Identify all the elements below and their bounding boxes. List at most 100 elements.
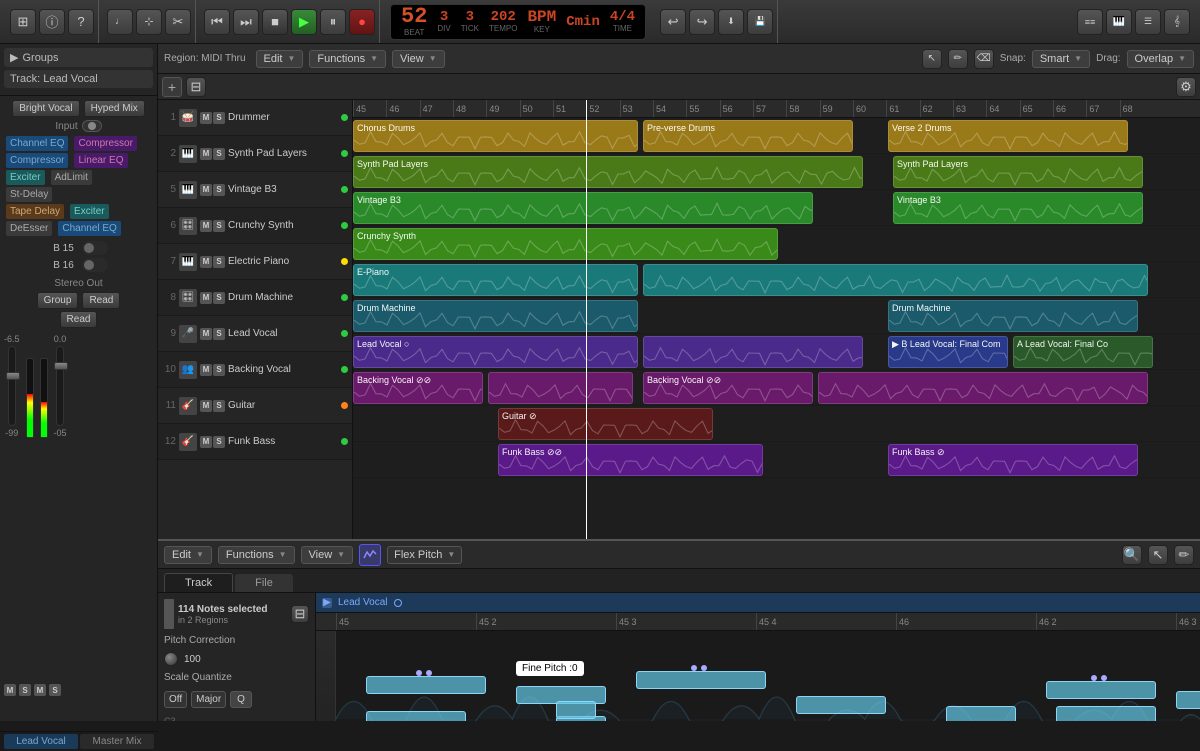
- channel-name-btn[interactable]: Bright Vocal: [12, 100, 79, 117]
- region-9-0[interactable]: Funk Bass ⊘⊘: [498, 444, 763, 476]
- region-0-1[interactable]: Pre-verse Drums: [643, 120, 853, 152]
- solo-btn-2[interactable]: S: [213, 148, 225, 160]
- track-label-2[interactable]: 2 🎹 M S Synth Pad Layers: [158, 136, 352, 172]
- pitch-note-14[interactable]: [1176, 691, 1200, 709]
- fader-track-right[interactable]: [56, 346, 64, 426]
- adlimit-slot[interactable]: AdLimit: [51, 170, 92, 185]
- pitch-note-7[interactable]: [796, 696, 886, 714]
- solo-btn-10[interactable]: S: [213, 364, 225, 376]
- scissors-button[interactable]: ✂: [165, 9, 191, 35]
- bus2-knob[interactable]: [82, 258, 108, 272]
- mute-btn-8[interactable]: M: [200, 292, 212, 304]
- solo-btn-strip[interactable]: S: [19, 684, 31, 696]
- region-1-1[interactable]: Synth Pad Layers: [893, 156, 1143, 188]
- save-button[interactable]: 💾: [747, 9, 773, 35]
- grid-button[interactable]: ⊞: [10, 9, 36, 35]
- bounce-button[interactable]: ⬇: [718, 9, 744, 35]
- pitch-dot-0-1[interactable]: [416, 670, 422, 676]
- track-label-12[interactable]: 12 🎸 M S Funk Bass: [158, 424, 352, 460]
- mute-btn-11[interactable]: M: [200, 400, 212, 412]
- info-button[interactable]: ⓘ: [39, 9, 65, 35]
- compressor-slot-2[interactable]: Compressor: [74, 136, 136, 151]
- tape-delay-slot[interactable]: Tape Delay: [6, 204, 64, 219]
- bottom-label-lead-vocal[interactable]: Lead Vocal: [4, 734, 78, 749]
- mute-btn-1[interactable]: M: [200, 112, 212, 124]
- region-2-0[interactable]: Vintage B3: [353, 192, 813, 224]
- mute-btn-2[interactable]: M: [200, 148, 212, 160]
- undo-button[interactable]: ↩: [660, 9, 686, 35]
- solo-btn-1[interactable]: S: [213, 112, 225, 124]
- solo-btn-7[interactable]: S: [213, 256, 225, 268]
- mute-btn-12[interactable]: M: [200, 436, 212, 448]
- play-button[interactable]: ▶: [291, 9, 317, 35]
- pitch-note-13[interactable]: [1056, 706, 1156, 721]
- edit-dropdown[interactable]: Edit ▼: [256, 50, 304, 68]
- editor-view-dropdown[interactable]: View ▼: [301, 546, 354, 564]
- solo-btn-5[interactable]: S: [213, 184, 225, 196]
- score-button[interactable]: 𝄞: [1164, 9, 1190, 35]
- functions-dropdown[interactable]: Functions ▼: [309, 50, 386, 68]
- rewind-button[interactable]: ⏮: [204, 9, 230, 35]
- mute-btn-10[interactable]: M: [200, 364, 212, 376]
- editor-functions-dropdown[interactable]: Functions ▼: [218, 546, 295, 564]
- track-label-7[interactable]: 7 🎹 M S Electric Piano: [158, 244, 352, 280]
- editor-tool-pencil[interactable]: ✏: [1174, 545, 1194, 565]
- solo-btn-8[interactable]: S: [213, 292, 225, 304]
- mute-btn-7[interactable]: M: [200, 256, 212, 268]
- mute-btn-strip2[interactable]: M: [34, 684, 46, 696]
- hyped-mix-btn[interactable]: Hyped Mix: [84, 100, 145, 117]
- region-8-0[interactable]: Guitar ⊘: [498, 408, 713, 440]
- pitch-note-0[interactable]: [366, 676, 486, 694]
- region-4-0[interactable]: E-Piano: [353, 264, 638, 296]
- group-btn[interactable]: Group: [37, 292, 79, 309]
- region-7-3[interactable]: [818, 372, 1148, 404]
- region-0-2[interactable]: Verse 2 Drums: [888, 120, 1128, 152]
- pitch-note-1[interactable]: [366, 711, 466, 721]
- region-7-2[interactable]: Backing Vocal ⊘⊘: [643, 372, 813, 404]
- tab-file[interactable]: File: [235, 574, 293, 592]
- groups-section[interactable]: ▶ Groups: [4, 48, 153, 67]
- pitch-dot-0-2[interactable]: [426, 670, 432, 676]
- list-editor-button[interactable]: ☰: [1135, 9, 1161, 35]
- pitch-note-5[interactable]: [556, 701, 596, 719]
- fader-thumb-left[interactable]: [6, 372, 20, 380]
- track-label-8[interactable]: 8 🎛 M S Drum Machine: [158, 280, 352, 316]
- region-5-1[interactable]: Drum Machine: [888, 300, 1138, 332]
- channel-eq-slot-2[interactable]: Channel EQ: [58, 221, 120, 236]
- track-section[interactable]: Track: Lead Vocal: [4, 70, 153, 88]
- deesser-slot[interactable]: DeEsser: [6, 221, 52, 236]
- record-button[interactable]: ●: [349, 9, 375, 35]
- editor-edit-dropdown[interactable]: Edit ▼: [164, 546, 212, 564]
- mute-btn-strip[interactable]: M: [4, 684, 16, 696]
- metronome-button[interactable]: ♩: [107, 9, 133, 35]
- pitch-dot-6-1[interactable]: [691, 665, 697, 671]
- help-button[interactable]: ?: [68, 9, 94, 35]
- bus1-knob[interactable]: [82, 241, 108, 255]
- view-dropdown[interactable]: View ▼: [392, 50, 445, 68]
- input-toggle[interactable]: [82, 120, 102, 132]
- scale-off-selector[interactable]: Off: [164, 691, 187, 708]
- editor-zoom-out[interactable]: 🔍: [1122, 545, 1142, 565]
- scale-major-selector[interactable]: Major: [191, 691, 226, 708]
- drag-selector[interactable]: Overlap ▼: [1127, 50, 1194, 68]
- track-label-5[interactable]: 5 🎹 M S Vintage B3: [158, 172, 352, 208]
- track-header-settings[interactable]: ⚙: [1176, 77, 1196, 97]
- exciter-slot-1[interactable]: Exciter: [6, 170, 45, 185]
- region-2-1[interactable]: Vintage B3: [893, 192, 1143, 224]
- region-6-2[interactable]: ▶ B Lead Vocal: Final Com: [888, 336, 1008, 368]
- region-options-btn[interactable]: ⊟: [291, 605, 309, 623]
- region-5-0[interactable]: Drum Machine: [353, 300, 638, 332]
- tab-track[interactable]: Track: [164, 573, 233, 592]
- cursor-tool[interactable]: ↖: [922, 49, 942, 69]
- pitch-dot-12-2[interactable]: [1101, 675, 1107, 681]
- read2-btn[interactable]: Read: [60, 311, 98, 328]
- eraser-tool[interactable]: ⌫: [974, 49, 994, 69]
- pitch-note-6[interactable]: [636, 671, 766, 689]
- customize-button[interactable]: ⊹: [136, 9, 162, 35]
- region-7-1[interactable]: [488, 372, 633, 404]
- pitch-dot-12-1[interactable]: [1091, 675, 1097, 681]
- pause-button[interactable]: ⏸: [320, 9, 346, 35]
- track-label-10[interactable]: 10 👥 M S Backing Vocal: [158, 352, 352, 388]
- solo-btn-11[interactable]: S: [213, 400, 225, 412]
- pitch-correction-knob[interactable]: [164, 652, 178, 666]
